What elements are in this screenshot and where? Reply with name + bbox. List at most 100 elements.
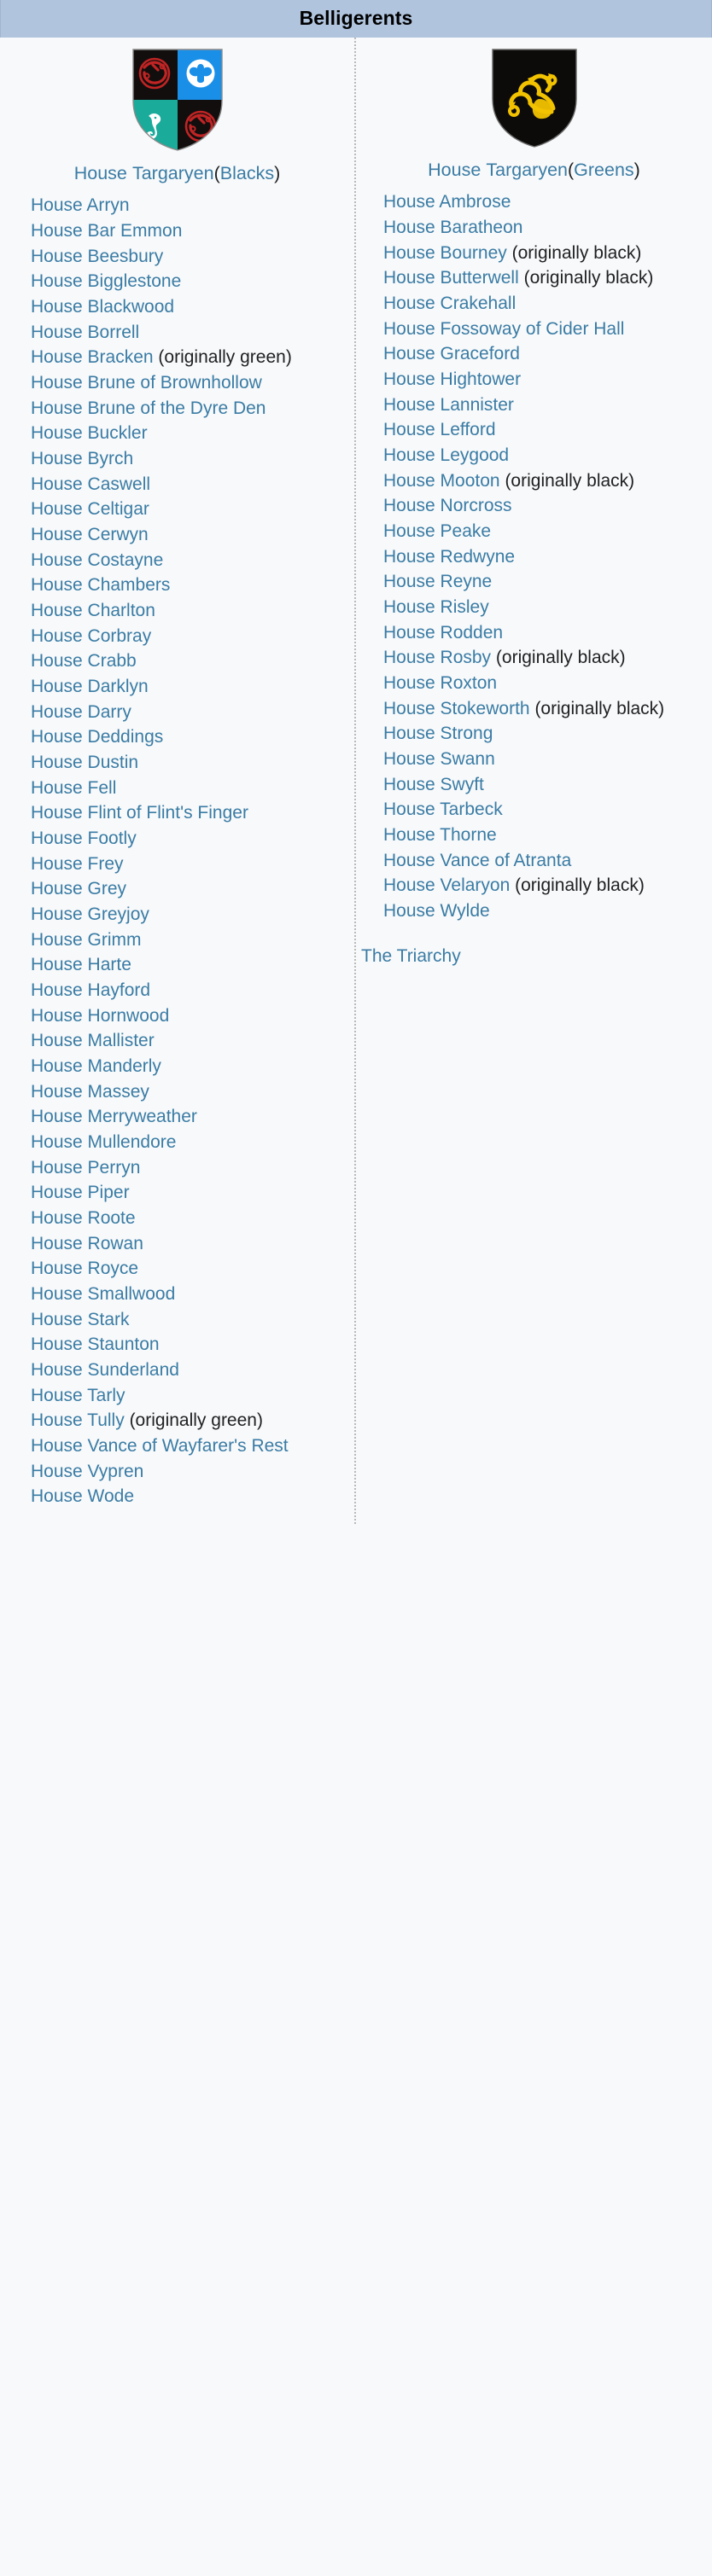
house-link[interactable]: House Smallwood bbox=[31, 1284, 175, 1304]
house-link[interactable]: House Darry bbox=[31, 702, 131, 722]
house-link[interactable]: House Velaryon bbox=[383, 875, 510, 895]
house-link[interactable]: House Hightower bbox=[383, 369, 521, 389]
house-link[interactable]: House Corbray bbox=[31, 626, 151, 646]
list-item: House Caswell bbox=[5, 474, 349, 496]
house-link[interactable]: House Reyne bbox=[383, 572, 492, 591]
house-link[interactable]: House Buckler bbox=[31, 423, 148, 443]
house-link[interactable]: House Mooton bbox=[383, 471, 500, 491]
house-link[interactable]: House Bourney bbox=[383, 243, 507, 263]
list-item: House Norcross bbox=[361, 496, 707, 517]
list-item: House Chambers bbox=[5, 575, 349, 596]
house-link[interactable]: House Stark bbox=[31, 1310, 130, 1329]
house-link[interactable]: House Blackwood bbox=[31, 297, 174, 317]
house-link[interactable]: House Brune of Brownhollow bbox=[31, 373, 262, 393]
house-link[interactable]: House Vance of Atranta bbox=[383, 851, 571, 870]
house-link[interactable]: House Rodden bbox=[383, 623, 503, 643]
house-link[interactable]: House Wylde bbox=[383, 901, 490, 921]
greens-house-link[interactable]: House Targaryen bbox=[428, 160, 568, 180]
house-link[interactable]: House Perryn bbox=[31, 1158, 140, 1178]
house-link[interactable]: House Mullendore bbox=[31, 1132, 176, 1152]
house-link[interactable]: House Tully bbox=[31, 1410, 125, 1430]
house-link[interactable]: House Roxton bbox=[383, 673, 497, 693]
house-link[interactable]: House Staunton bbox=[31, 1335, 160, 1354]
house-link[interactable]: House Thorne bbox=[383, 825, 497, 845]
house-link[interactable]: House Grimm bbox=[31, 930, 142, 950]
house-link[interactable]: House Vypren bbox=[31, 1462, 143, 1481]
list-item: House Flint of Flint's Finger bbox=[5, 803, 349, 824]
house-link[interactable]: House Charlton bbox=[31, 601, 155, 620]
house-link[interactable]: House Risley bbox=[383, 597, 489, 617]
house-note: (originally black) bbox=[495, 648, 626, 668]
house-link[interactable]: House Hornwood bbox=[31, 1006, 169, 1026]
house-link[interactable]: House Mallister bbox=[31, 1031, 155, 1050]
list-item: House Blackwood bbox=[5, 297, 349, 318]
house-link[interactable]: House Deddings bbox=[31, 727, 163, 747]
house-link[interactable]: House Byrch bbox=[31, 449, 133, 468]
house-link[interactable]: House Borrell bbox=[31, 323, 139, 342]
house-targaryen-greens-coat-of-arms bbox=[491, 49, 577, 148]
house-link[interactable]: House Rowan bbox=[31, 1234, 143, 1253]
house-link[interactable]: House Crabb bbox=[31, 651, 137, 671]
greens-faction-link[interactable]: Greens bbox=[574, 160, 634, 180]
house-link[interactable]: House Cerwyn bbox=[31, 525, 149, 544]
house-link[interactable]: House Crakehall bbox=[383, 294, 516, 313]
house-link[interactable]: House Swann bbox=[383, 749, 495, 769]
house-link[interactable]: House Greyjoy bbox=[31, 904, 149, 924]
house-link[interactable]: House Rosby bbox=[383, 648, 491, 667]
house-link[interactable]: House Merryweather bbox=[31, 1107, 197, 1126]
house-link[interactable]: House Wode bbox=[31, 1486, 134, 1506]
blacks-faction-link[interactable]: Blacks bbox=[220, 163, 274, 183]
house-link[interactable]: House Sunderland bbox=[31, 1360, 179, 1380]
house-link[interactable]: House Celtigar bbox=[31, 499, 149, 519]
house-link[interactable]: House Costayne bbox=[31, 550, 163, 570]
house-link[interactable]: House Roote bbox=[31, 1208, 136, 1228]
house-link[interactable]: House Ambrose bbox=[383, 192, 511, 212]
list-item: The Triarchy bbox=[361, 946, 707, 968]
list-item: House Costayne bbox=[5, 550, 349, 572]
house-link[interactable]: House Lefford bbox=[383, 420, 496, 439]
house-link[interactable]: House Leygood bbox=[383, 445, 509, 465]
list-item: House Royce bbox=[5, 1259, 349, 1280]
list-item: House Harte bbox=[5, 955, 349, 976]
blacks-house-link[interactable]: House Targaryen bbox=[74, 163, 214, 183]
house-link[interactable]: House Tarly bbox=[31, 1386, 125, 1405]
house-link[interactable]: House Bracken bbox=[31, 347, 154, 367]
house-link[interactable]: House Lannister bbox=[383, 395, 514, 415]
list-item: House Greyjoy bbox=[5, 904, 349, 926]
house-link[interactable]: House Peake bbox=[383, 521, 491, 541]
house-link[interactable]: House Piper bbox=[31, 1183, 130, 1202]
house-link[interactable]: House Strong bbox=[383, 724, 493, 743]
house-link[interactable]: House Frey bbox=[31, 854, 124, 874]
house-link[interactable]: House Redwyne bbox=[383, 547, 515, 567]
belligerents-infobox: Belligerents House Targaryen(Blacks) Hou… bbox=[0, 0, 712, 1525]
house-link[interactable]: House Tarbeck bbox=[383, 800, 503, 819]
house-link[interactable]: House Beesbury bbox=[31, 247, 163, 266]
house-link[interactable]: House Massey bbox=[31, 1082, 149, 1102]
house-link[interactable]: House Graceford bbox=[383, 344, 520, 363]
house-link[interactable]: House Fell bbox=[31, 778, 116, 798]
house-link[interactable]: House Arryn bbox=[31, 195, 130, 215]
house-link[interactable]: House Footly bbox=[31, 829, 137, 848]
house-link[interactable]: House Brune of the Dyre Den bbox=[31, 398, 266, 418]
house-link[interactable]: House Grey bbox=[31, 879, 126, 898]
house-link[interactable]: House Harte bbox=[31, 955, 131, 974]
house-link[interactable]: House Norcross bbox=[383, 496, 512, 515]
house-link[interactable]: House Caswell bbox=[31, 474, 150, 494]
house-link[interactable]: House Butterwell bbox=[383, 268, 519, 288]
house-link[interactable]: House Royce bbox=[31, 1259, 138, 1278]
house-link[interactable]: House Chambers bbox=[31, 575, 170, 595]
house-link[interactable]: House Bigglestone bbox=[31, 271, 181, 291]
house-link[interactable]: House Manderly bbox=[31, 1056, 161, 1076]
house-link[interactable]: House Vance of Wayfarer's Rest bbox=[31, 1436, 289, 1456]
house-link[interactable]: House Darklyn bbox=[31, 677, 149, 696]
house-link[interactable]: House Stokeworth bbox=[383, 699, 530, 718]
house-link[interactable]: House Dustin bbox=[31, 753, 138, 772]
house-link[interactable]: House Swyft bbox=[383, 775, 484, 794]
house-link[interactable]: House Flint of Flint's Finger bbox=[31, 803, 248, 823]
list-item: House Redwyne bbox=[361, 547, 707, 568]
house-link[interactable]: House Hayford bbox=[31, 980, 150, 1000]
house-link[interactable]: House Baratheon bbox=[383, 218, 522, 237]
house-link[interactable]: House Bar Emmon bbox=[31, 221, 182, 241]
house-link[interactable]: House Fossoway of Cider Hall bbox=[383, 319, 624, 339]
triarchy-link[interactable]: The Triarchy bbox=[361, 946, 461, 966]
